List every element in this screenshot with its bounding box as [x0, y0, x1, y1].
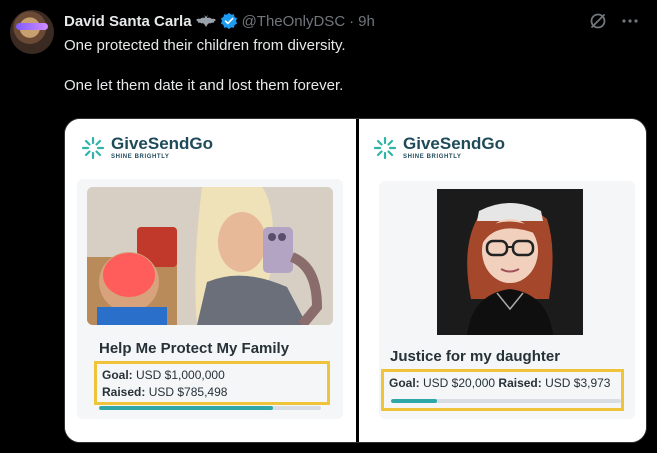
- givesendgo-logo: GiveSendGo SHINE BRIGHTLY: [373, 135, 505, 160]
- more-icon[interactable]: [621, 12, 639, 30]
- brand-tagline: SHINE BRIGHTLY: [403, 154, 462, 160]
- funding-progress-fill: [99, 406, 274, 410]
- funding-progress-bar: [99, 406, 321, 410]
- goal-value: USD $1,000,000: [136, 368, 225, 382]
- goal-line: Goal: USD $1,000,000: [102, 367, 322, 384]
- avatar-visor: [16, 23, 48, 30]
- tweet-text-line-1: One protected their children from divers…: [64, 37, 346, 54]
- goal-raised-line: Goal: USD $20,000 Raised: USD $3,973: [389, 375, 616, 391]
- campaign-title: Help Me Protect My Family: [99, 340, 290, 357]
- media-image-left[interactable]: GiveSendGo SHINE BRIGHTLY Help Me Protec…: [65, 119, 356, 442]
- funding-progress-fill: [391, 399, 437, 403]
- bat-emoji-icon: [195, 15, 216, 27]
- goal-value: USD $20,000: [423, 376, 496, 390]
- raised-value: USD $3,973: [545, 376, 611, 390]
- brand-tagline: SHINE BRIGHTLY: [111, 154, 170, 160]
- campaign-photo: [87, 187, 333, 325]
- givesendgo-star-icon: [373, 136, 397, 159]
- campaign-photo-graphic: [87, 187, 333, 325]
- highlight-box: Goal: USD $20,000 Raised: USD $3,973: [381, 369, 624, 411]
- tweet-text-line-2: One let them date it and lost them forev…: [64, 77, 344, 94]
- media-image-right[interactable]: GiveSendGo SHINE BRIGHTLY Justice for my…: [359, 119, 646, 442]
- raised-value: USD $785,498: [148, 385, 228, 399]
- raised-label: Raised:: [498, 376, 542, 390]
- raised-label: Raised:: [102, 385, 146, 399]
- tweet-actions-top: [589, 12, 639, 30]
- brand-name: GiveSendGo: [111, 134, 214, 153]
- goal-label: Goal:: [389, 376, 420, 390]
- givesendgo-logo: GiveSendGo SHINE BRIGHTLY: [81, 135, 213, 160]
- tweet-timestamp[interactable]: 9h: [358, 13, 375, 30]
- campaign-photo: [437, 189, 583, 335]
- tweet-media[interactable]: GiveSendGo SHINE BRIGHTLY Help Me Protec…: [64, 118, 647, 443]
- author-name[interactable]: David Santa Carla: [64, 13, 192, 30]
- author-avatar[interactable]: [10, 10, 54, 54]
- verified-badge-icon[interactable]: [220, 12, 238, 30]
- separator-dot: ·: [349, 12, 355, 30]
- brand-name: GiveSendGo: [403, 134, 506, 153]
- givesendgo-star-icon: [81, 136, 105, 159]
- highlight-box: Goal: USD $1,000,000 Raised: USD $785,49…: [94, 361, 330, 405]
- grok-icon[interactable]: [589, 12, 607, 30]
- campaign-title: Justice for my daughter: [390, 348, 561, 365]
- raised-line: Raised: USD $785,498: [102, 384, 322, 401]
- campaign-photo-graphic: [437, 189, 583, 335]
- funding-progress-bar: [391, 399, 621, 403]
- tweet-header: David Santa Carla @TheOnlyDSC · 9h: [64, 11, 375, 31]
- author-handle[interactable]: @TheOnlyDSC: [242, 13, 346, 30]
- goal-label: Goal:: [102, 368, 133, 382]
- tweet-text: One protected their children from divers…: [64, 36, 624, 116]
